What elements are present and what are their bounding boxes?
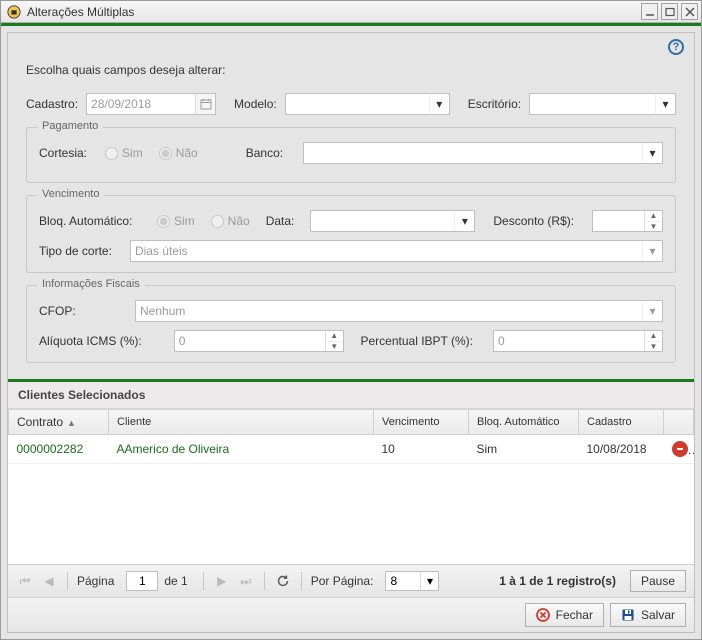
chevron-down-icon: ▾ [642, 301, 662, 321]
pager: ⏮ ◀ Página de 1 ▶ ⏭ Por Página: [8, 564, 694, 597]
vencimento-fieldset: Vencimento Bloq. Automático: Sim Não Dat… [26, 195, 676, 273]
form-body: Escolha quais campos deseja alterar: Cad… [8, 55, 694, 379]
window-title: Alterações Múltiplas [27, 5, 638, 19]
col-contrato[interactable]: Contrato▲ [9, 410, 109, 435]
page-input[interactable] [126, 571, 158, 591]
cfop-value: Nenhum [140, 304, 185, 318]
ibpt-input[interactable] [493, 330, 663, 352]
cell-cliente[interactable]: AAmerico de Oliveira [109, 435, 374, 464]
col-cliente[interactable]: Cliente [109, 410, 374, 435]
cfop-label: CFOP: [39, 304, 79, 318]
cell-cadastro: 10/08/2018 [579, 435, 664, 464]
modelo-label: Modelo: [234, 97, 277, 111]
icms-spinner[interactable]: ▲▼ [325, 331, 343, 351]
pager-separator [264, 572, 265, 590]
save-button-label: Salvar [641, 608, 675, 622]
pause-button[interactable]: Pause [630, 570, 686, 592]
grid-filler [8, 464, 694, 564]
escritorio-label: Escritório: [468, 97, 521, 111]
close-button[interactable] [681, 3, 698, 20]
tipo-corte-label: Tipo de corte: [39, 244, 112, 258]
icms-label: Alíquota ICMS (%): [39, 334, 142, 348]
chevron-down-icon: ▾ [429, 94, 449, 114]
outer-frame: ? Escolha quais campos deseja alterar: C… [1, 23, 701, 639]
bloq-label: Bloq. Automático: [39, 214, 149, 228]
bloq-sim-radio[interactable]: Sim [157, 214, 195, 228]
data-label: Data: [266, 214, 295, 228]
fiscais-fieldset: Informações Fiscais CFOP: Nenhum ▾ Alíqu… [26, 285, 676, 363]
cadastro-label: Cadastro: [26, 97, 78, 111]
per-page-input[interactable] [386, 572, 420, 590]
cortesia-nao-radio[interactable]: Não [159, 146, 198, 160]
chevron-down-icon: ▾ [454, 211, 474, 231]
titlebar: Alterações Múltiplas [1, 1, 701, 23]
pagamento-fieldset: Pagamento Cortesia: Sim Não Banco: ▾ [26, 127, 676, 183]
desconto-spinner[interactable]: ▲▼ [644, 211, 662, 231]
col-bloq[interactable]: Bloq. Automático [469, 410, 579, 435]
tipo-corte-combo[interactable]: Dias úteis ▾ [130, 240, 663, 262]
refresh-button[interactable] [274, 571, 292, 591]
pager-status: 1 à 1 de 1 registro(s) [499, 574, 616, 588]
cortesia-label: Cortesia: [39, 146, 87, 160]
col-actions [664, 410, 694, 435]
bloq-nao-radio[interactable]: Não [211, 214, 250, 228]
prev-page-button[interactable]: ◀ [40, 571, 58, 591]
window: Alterações Múltiplas ? Escolha quais cam… [0, 0, 702, 640]
pager-separator [67, 572, 68, 590]
col-cadastro[interactable]: Cadastro [579, 410, 664, 435]
maximize-button[interactable] [661, 3, 678, 20]
col-vencimento[interactable]: Vencimento [374, 410, 469, 435]
main-panel: ? Escolha quais campos deseja alterar: C… [7, 32, 695, 633]
per-page-label: Por Página: [311, 574, 374, 588]
chevron-down-icon: ▾ [655, 94, 675, 114]
per-page-combo[interactable]: ▾ [385, 571, 439, 591]
pagamento-legend: Pagamento [37, 120, 103, 132]
escritorio-combo[interactable]: ▾ [529, 93, 676, 115]
sort-asc-icon: ▲ [67, 418, 76, 428]
fiscais-legend: Informações Fiscais [37, 278, 145, 290]
first-page-button[interactable]: ⏮ [16, 571, 34, 591]
cortesia-sim-radio[interactable]: Sim [105, 146, 143, 160]
clients-table: Contrato▲ Cliente Vencimento Bloq. Autom… [8, 410, 694, 464]
modelo-combo[interactable]: ▾ [285, 93, 450, 115]
banco-combo[interactable]: ▾ [303, 142, 663, 164]
data-combo[interactable]: ▾ [310, 210, 475, 232]
cell-contrato[interactable]: 0000002282 [9, 435, 109, 464]
minimize-button[interactable] [641, 3, 658, 20]
vencimento-legend: Vencimento [37, 188, 104, 200]
form-prompt: Escolha quais campos deseja alterar: [26, 63, 676, 77]
top-row: Cadastro: Modelo: ▾ Escritório: [26, 93, 676, 115]
cell-bloq: Sim [469, 435, 579, 464]
ibpt-label: Percentual IBPT (%): [361, 334, 474, 348]
pager-separator [203, 572, 204, 590]
banco-label: Banco: [246, 146, 283, 160]
save-button[interactable]: Salvar [610, 603, 686, 627]
clients-grid: Contrato▲ Cliente Vencimento Bloq. Autom… [8, 409, 694, 597]
desconto-label: Desconto (R$): [493, 214, 574, 228]
page-label: Página [77, 574, 114, 588]
chevron-down-icon: ▾ [642, 241, 662, 261]
footer: Fechar Salvar [8, 597, 694, 632]
icms-input[interactable] [174, 330, 344, 352]
ibpt-spinner[interactable]: ▲▼ [644, 331, 662, 351]
cell-vencimento: 10 [374, 435, 469, 464]
tipo-corte-value: Dias úteis [135, 244, 188, 258]
next-page-button[interactable]: ▶ [213, 571, 231, 591]
app-icon [7, 5, 21, 19]
last-page-button[interactable]: ⏭ [237, 571, 255, 591]
page-of-label: de 1 [164, 574, 187, 588]
close-button-footer[interactable]: Fechar [525, 603, 604, 627]
table-row[interactable]: 0000002282 AAmerico de Oliveira 10 Sim 1… [9, 435, 694, 464]
calendar-icon[interactable] [195, 94, 215, 114]
clients-section-title: Clientes Selecionados [8, 382, 694, 409]
chevron-down-icon: ▾ [642, 143, 662, 163]
pager-separator [301, 572, 302, 590]
close-button-label: Fechar [556, 608, 593, 622]
cfop-combo[interactable]: Nenhum ▾ [135, 300, 663, 322]
remove-row-button[interactable] [672, 441, 688, 457]
chevron-down-icon: ▾ [420, 572, 438, 590]
help-icon[interactable]: ? [668, 39, 684, 55]
